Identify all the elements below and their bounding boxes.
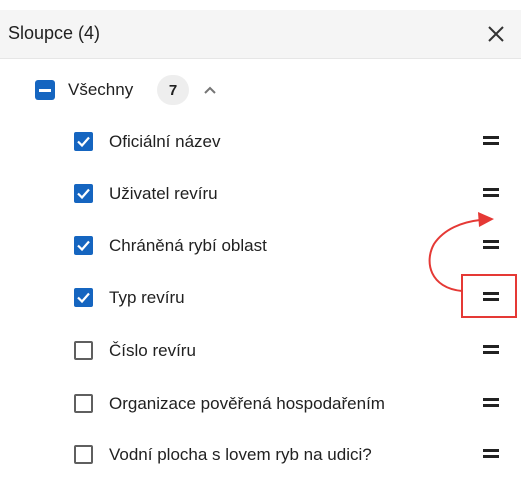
drag-handle-icon[interactable] bbox=[480, 447, 502, 461]
drag-handle-icon[interactable] bbox=[480, 396, 502, 410]
chevron-up-icon[interactable] bbox=[200, 80, 220, 100]
close-icon bbox=[488, 26, 504, 42]
column-label: Uživatel revíru bbox=[109, 184, 218, 203]
select-all-row: Všechny 7 bbox=[0, 74, 521, 106]
column-row: Typ revíru bbox=[0, 281, 521, 313]
panel-header: Sloupce (4) bbox=[0, 10, 521, 59]
column-row: Uživatel revíru bbox=[0, 177, 521, 209]
check-icon bbox=[77, 292, 90, 304]
column-row: Číslo revíru bbox=[0, 334, 521, 366]
select-all-checkbox[interactable] bbox=[35, 80, 55, 100]
column-row: Organizace pověřená hospodařením bbox=[0, 387, 521, 419]
column-checkbox[interactable] bbox=[74, 445, 93, 464]
drag-handle-icon[interactable] bbox=[480, 186, 502, 200]
column-checkbox[interactable] bbox=[74, 132, 93, 151]
column-label: Oficiální název bbox=[109, 132, 221, 151]
check-icon bbox=[77, 188, 90, 200]
column-label: Typ revíru bbox=[109, 288, 185, 307]
drag-handle-icon[interactable] bbox=[480, 343, 502, 357]
column-checkbox[interactable] bbox=[74, 184, 93, 203]
column-checkbox[interactable] bbox=[74, 236, 93, 255]
panel-title: Sloupce (4) bbox=[8, 23, 101, 43]
check-icon bbox=[77, 240, 90, 252]
check-icon bbox=[77, 136, 90, 148]
column-label: Vodní plocha s lovem ryb na udici? bbox=[109, 445, 372, 464]
count-badge: 7 bbox=[157, 75, 189, 105]
column-checkbox[interactable] bbox=[74, 394, 93, 413]
annotation-highlight-box bbox=[461, 274, 517, 318]
column-row: Chráněná rybí oblast bbox=[0, 229, 521, 261]
column-label: Číslo revíru bbox=[109, 341, 196, 360]
column-label: Chráněná rybí oblast bbox=[109, 236, 267, 255]
drag-handle-icon[interactable] bbox=[480, 134, 502, 148]
column-row: Vodní plocha s lovem ryb na udici? bbox=[0, 438, 521, 470]
drag-handle-icon[interactable] bbox=[480, 238, 502, 252]
column-checkbox[interactable] bbox=[74, 288, 93, 307]
close-button[interactable] bbox=[482, 20, 510, 48]
column-checkbox[interactable] bbox=[74, 341, 93, 360]
select-all-label: Všechny bbox=[68, 80, 134, 99]
column-row: Oficiální název bbox=[0, 125, 521, 157]
column-label: Organizace pověřená hospodařením bbox=[109, 394, 385, 413]
